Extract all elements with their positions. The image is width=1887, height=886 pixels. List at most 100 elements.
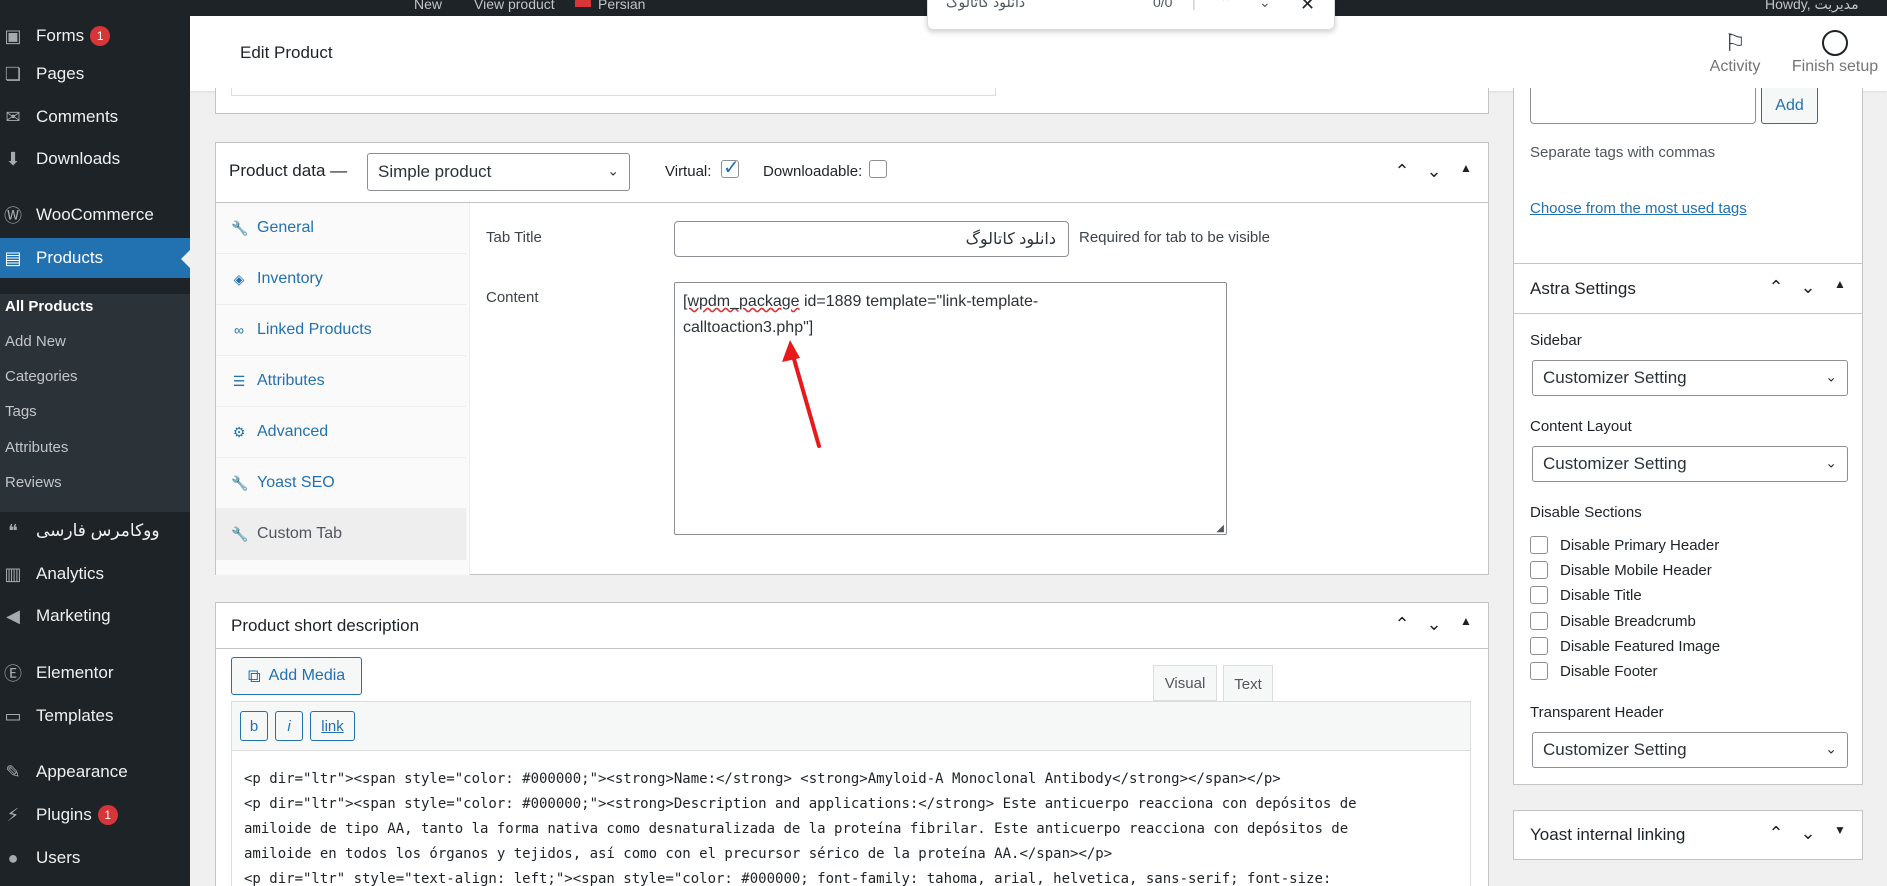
yoast-internal-linking-panel: Yoast internal linking ⌃ ⌄ ▼ [1513,810,1863,860]
bold-button[interactable]: b [240,711,268,741]
new-content-link[interactable]: New [414,0,442,12]
activity-button[interactable]: ⚐ Activity [1695,28,1775,76]
tab-title-input[interactable]: دانلود کاتالوگ [674,221,1069,257]
quicktags-toolbar: b i link [231,701,1471,751]
submenu-all-products[interactable]: All Products [5,298,93,315]
move-down-icon[interactable]: ⌄ [1798,277,1818,298]
move-up-icon[interactable]: ⌃ [1392,614,1412,635]
add-tag-button[interactable]: Add [1761,88,1818,124]
option-label: Disable Mobile Header [1560,562,1712,579]
sidebar-item-appearance[interactable]: ✎ Appearance [0,752,190,792]
sidebar-item-label: WooCommerce [36,205,154,224]
sidebar-item-analytics[interactable]: ▥ Analytics [0,554,190,594]
woocommerce-icon: Ⓦ [4,206,22,226]
transparent-header-select[interactable]: Customizer Setting ⌄ [1532,732,1848,768]
chevron-down-icon: ⌄ [1825,368,1837,385]
tab-attributes[interactable]: ☰ Attributes [216,356,466,407]
add-media-button[interactable]: ⧉ Add Media [231,657,362,695]
sidebar-item-plugins[interactable]: ⚡ Plugins 1 [0,795,190,835]
language-switcher[interactable]: Persian [598,0,645,12]
sidebar-item-label: Marketing [36,606,111,625]
sidebar-item-pages[interactable]: ❏ Pages [0,54,190,94]
sidebar-item-label: Users [36,848,81,867]
most-used-tags-link[interactable]: Choose from the most used tags [1530,200,1747,217]
move-up-icon[interactable]: ⌃ [1766,277,1786,298]
tab-custom-tab[interactable]: 🔧 Custom Tab [216,509,466,560]
tab-inventory[interactable]: ◈ Inventory [216,254,466,305]
pages-icon: ❏ [4,63,22,84]
product-type-select[interactable]: Simple product ⌄ [367,153,630,191]
yoast-internal-linking-title: Yoast internal linking [1530,825,1686,844]
chevron-down-icon: ⌄ [1825,454,1837,471]
language-flag-icon [575,0,591,7]
sidebar-item-woocommerce[interactable]: Ⓦ WooCommerce [0,195,190,235]
link-button[interactable]: link [310,711,355,741]
content-layout-select[interactable]: Customizer Setting ⌄ [1532,446,1848,482]
submenu-categories[interactable]: Categories [5,368,78,385]
sidebar-item-label: Forms [36,26,85,45]
move-up-icon[interactable]: ⌃ [1766,823,1786,844]
move-up-icon[interactable]: ⌃ [1392,161,1412,182]
disable-primary-header-checkbox[interactable] [1530,536,1548,554]
short-description-header: Product short description ⌃ ⌄ ▲ [216,603,1488,649]
tab-linked-products[interactable]: ∞ Linked Products [216,305,466,356]
short-description-textarea[interactable]: <p dir="ltr"><span style="color: #000000… [231,751,1471,886]
tab-advanced[interactable]: ⚙ Advanced [216,407,466,458]
submenu-add-new[interactable]: Add New [5,333,66,350]
move-down-icon[interactable]: ⌄ [1424,614,1444,635]
tab-yoast-seo[interactable]: 🔧 Yoast SEO [216,458,466,509]
sidebar-setting-label: Sidebar [1530,332,1582,349]
sidebar-setting-select[interactable]: Customizer Setting ⌄ [1532,360,1848,396]
wrench-icon: 🔧 [231,474,249,491]
toggle-panel-icon[interactable]: ▲ [1830,277,1850,298]
sidebar-item-marketing[interactable]: ◀ Marketing [0,596,190,636]
toggle-panel-icon[interactable]: ▲ [1456,161,1476,182]
virtual-checkbox[interactable]: ✓ [721,157,740,179]
content-textarea[interactable]: [wpdm_package id=1889 template="link-tem… [674,282,1227,535]
find-query-input[interactable]: دانلود کاتالوگ [946,0,1025,11]
resize-handle-icon[interactable]: ◢ [1216,523,1224,534]
sidebar-item-elementor[interactable]: Ⓔ Elementor [0,653,190,693]
tab-title-hint: Required for tab to be visible [1079,229,1270,246]
submenu-attributes[interactable]: Attributes [5,439,68,456]
view-product-link[interactable]: View product [474,0,555,12]
disable-title-checkbox[interactable] [1530,586,1548,604]
sidebar-item-users[interactable]: ● Users [0,838,190,878]
sidebar-item-products[interactable]: ▤ Products [0,238,190,278]
sidebar-item-comments[interactable]: ✉ Comments [0,97,190,137]
option-label: Disable Primary Header [1560,537,1720,554]
sidebar-item-label: ووکامرس فارسی [36,521,160,540]
finish-setup-button[interactable]: Finish setup [1787,28,1883,76]
tag-input[interactable] [1530,88,1756,124]
disable-featured-image-checkbox[interactable] [1530,637,1548,655]
content-layout-label: Content Layout [1530,418,1632,435]
sidebar-item-templates[interactable]: ▭ Templates [0,696,190,736]
submenu-tags[interactable]: Tags [5,403,37,420]
sidebar-item-forms[interactable]: ▣ Forms 1 [0,16,190,56]
italic-button[interactable]: i [275,711,303,741]
downloadable-checkbox[interactable] [869,160,887,178]
sidebar-item-label: Comments [36,107,119,126]
tab-visual[interactable]: Visual [1153,665,1217,701]
disable-breadcrumb-checkbox[interactable] [1530,612,1548,630]
submenu-reviews[interactable]: Reviews [5,474,62,491]
disable-mobile-header-checkbox[interactable] [1530,561,1548,579]
find-next-icon[interactable]: ⌄ [1259,0,1271,11]
move-down-icon[interactable]: ⌄ [1798,823,1818,844]
option-label: Disable Featured Image [1560,638,1721,655]
disable-footer-checkbox[interactable] [1530,662,1548,680]
move-down-icon[interactable]: ⌄ [1424,161,1444,182]
option-label: Disable Breadcrumb [1560,613,1696,630]
finish-setup-label: Finish setup [1791,58,1879,75]
toggle-panel-icon[interactable]: ▲ [1456,614,1476,635]
find-close-icon[interactable]: ✕ [1300,0,1315,15]
sidebar-item-woocommerce-persian[interactable]: ❝ ووکامرس فارسی [0,511,190,551]
toggle-panel-icon[interactable]: ▼ [1830,823,1850,844]
tab-text[interactable]: Text [1223,665,1273,702]
account-greeting[interactable]: Howdy, مدیریت [1765,0,1859,13]
code-line: <p dir="ltr" style="text-align: left;"><… [244,871,1332,886]
elementor-icon: Ⓔ [4,664,22,684]
sidebar-item-downloads[interactable]: ⬇ Downloads [0,139,190,179]
tab-general[interactable]: 🔧 General [216,203,466,254]
find-previous-icon[interactable]: ⌃ [1220,0,1232,11]
